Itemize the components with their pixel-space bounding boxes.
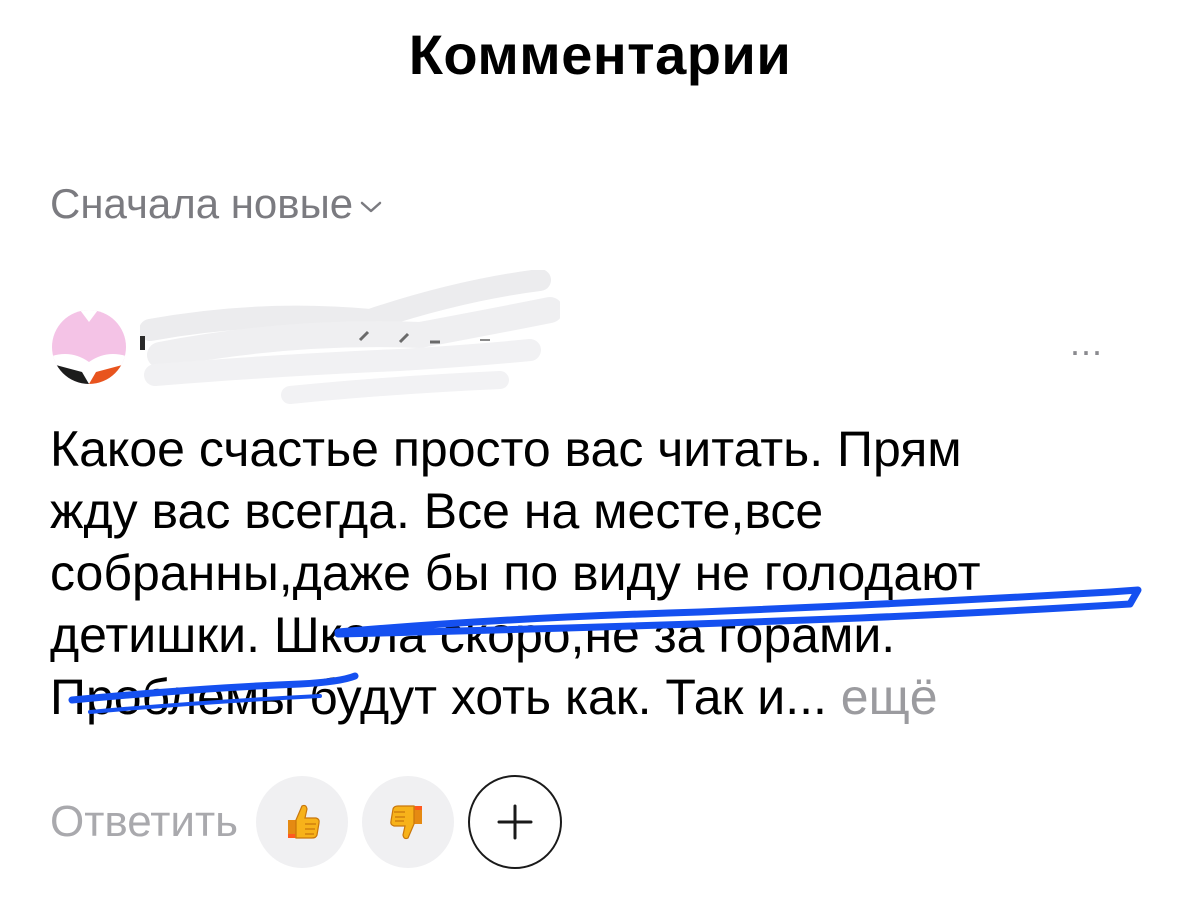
reply-button[interactable]: Ответить (50, 797, 238, 847)
expand-comment-link[interactable]: ещё (841, 669, 938, 725)
sort-dropdown[interactable]: Сначала новые (50, 180, 383, 228)
comment-line: собранны,даже бы по виду не голодают (50, 545, 981, 601)
dislike-button[interactable] (362, 776, 455, 868)
thumbs-down-icon (390, 805, 423, 840)
comment-line: жду вас всегда. Все на месте,все (50, 483, 824, 539)
author-name-blurred (139, 269, 563, 420)
plus-icon (497, 804, 533, 840)
comment-line-text: Проблемы будут хоть как. Так и... (50, 669, 827, 725)
page-title: Комментарии (408, 23, 792, 86)
comment-line-last: Проблемы будут хоть как. Так и... ещё (50, 666, 1160, 728)
comment-text: Какое счастье просто вас читать. Прям жд… (50, 418, 1160, 728)
more-options-button[interactable]: ... (1070, 322, 1103, 364)
comment-line: детишки. Школа скоро,не за горами. (50, 607, 896, 663)
sort-label: Сначала новые (50, 180, 354, 227)
thumbs-up-icon (288, 804, 320, 839)
add-reaction-button[interactable] (468, 775, 563, 869)
like-button[interactable] (256, 776, 349, 868)
comment-line: Какое счастье просто вас читать. Прям (50, 421, 962, 477)
avatar[interactable] (52, 310, 126, 384)
chevron-down-icon (360, 201, 382, 213)
comment-actions: Ответить (50, 775, 563, 869)
